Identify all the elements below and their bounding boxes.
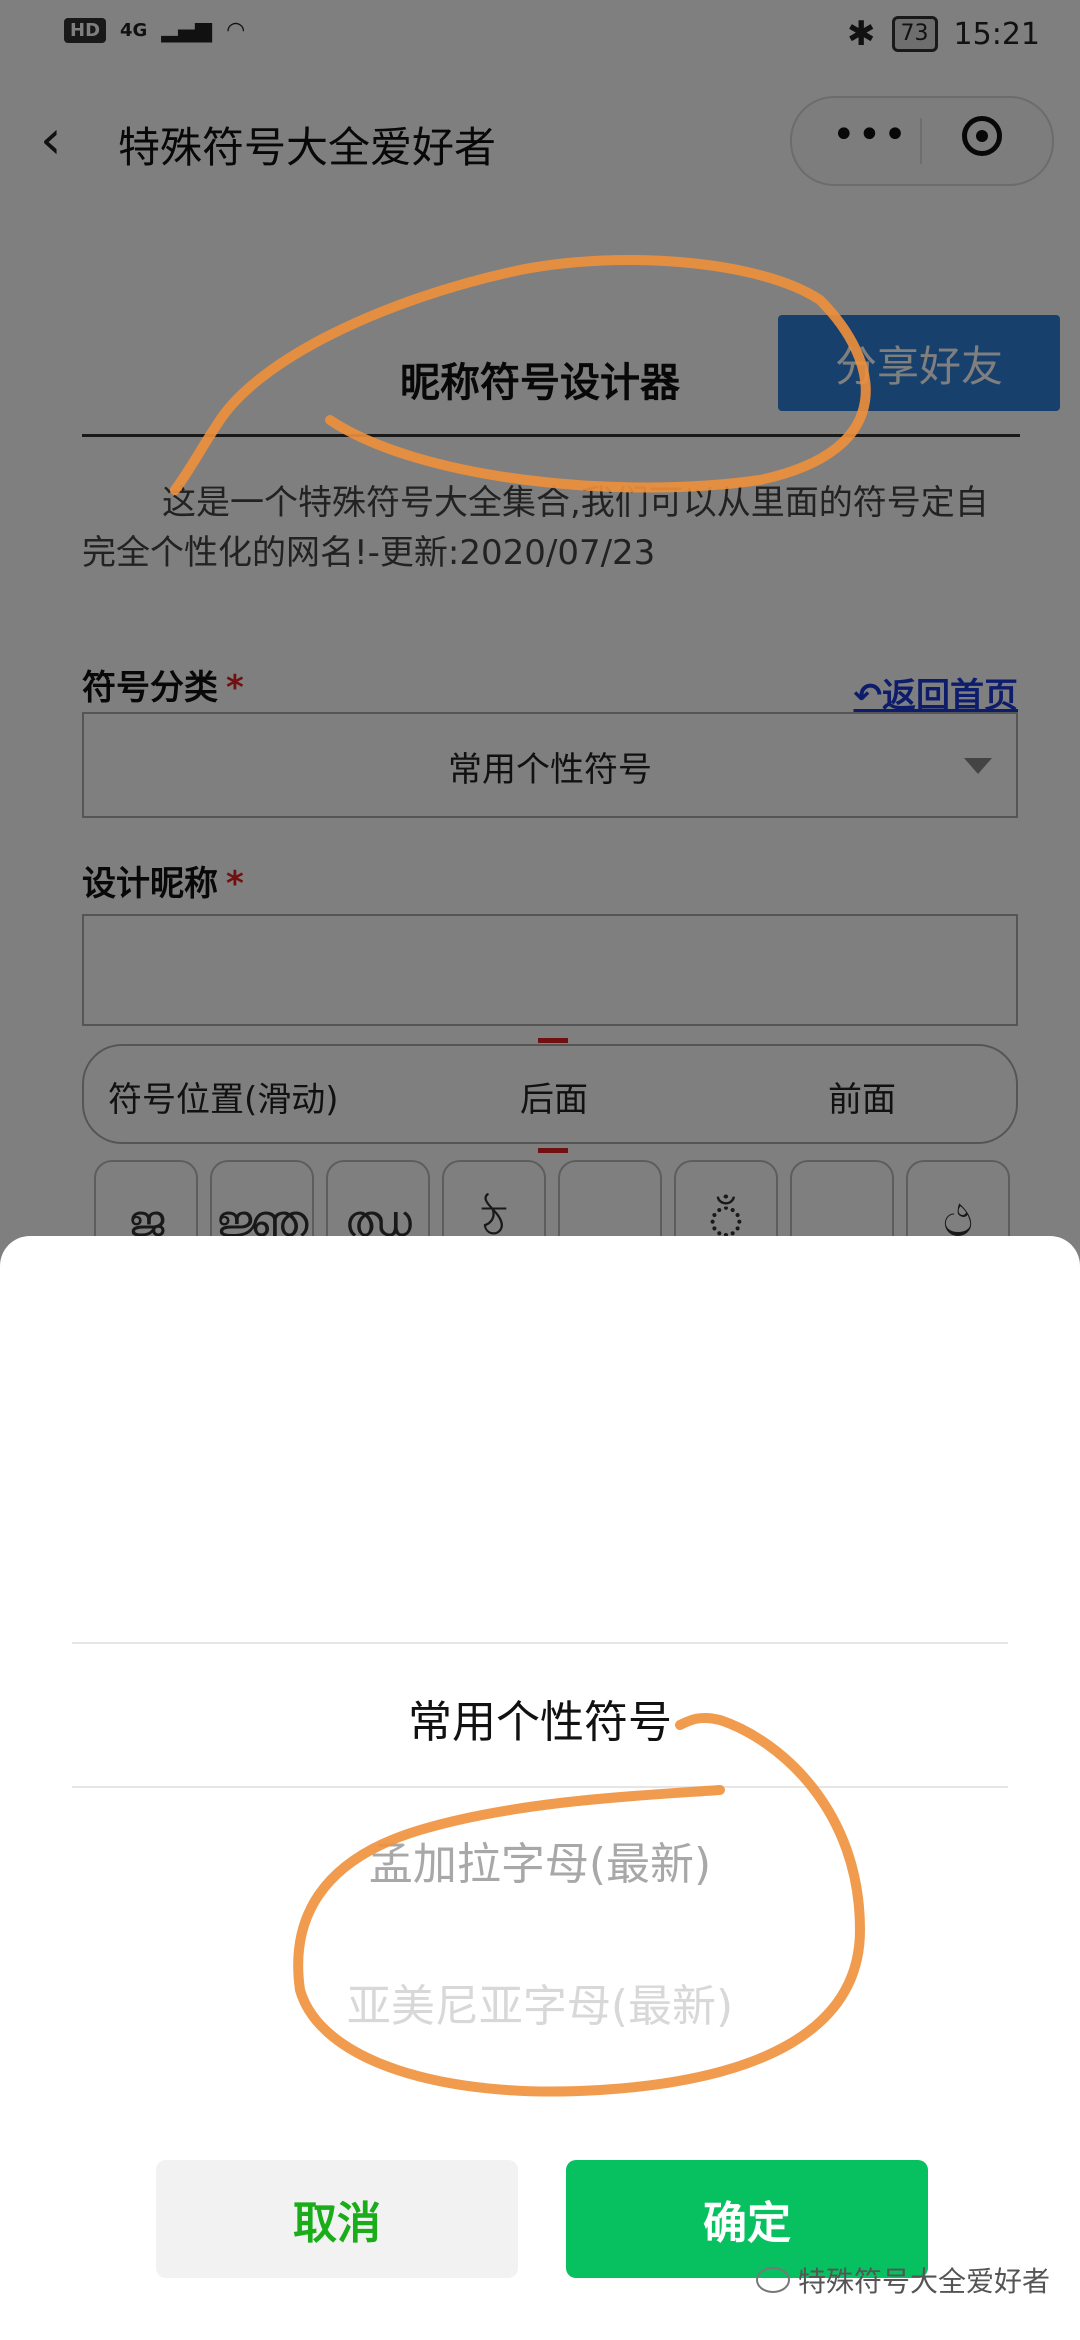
cancel-button[interactable]: 取消 <box>156 2160 518 2278</box>
picker-option[interactable]: 孟加拉字母(最新) <box>0 1828 1080 1892</box>
picker-option[interactable]: 亚美尼亚字母(最新) <box>0 1970 1080 2034</box>
watermark: 特殊符号大全爱好者 <box>755 2260 1050 2300</box>
picker-sheet: 常用个性符号 孟加拉字母(最新) 亚美尼亚字母(最新) 取消 确定 <box>0 1236 1080 2340</box>
picker-top-line <box>72 1642 1008 1644</box>
picker-option-selected[interactable]: 常用个性符号 <box>0 1686 1080 1750</box>
watermark-text: 特殊符号大全爱好者 <box>797 2265 1050 2298</box>
wechat-icon <box>755 2267 790 2293</box>
picker-bottom-line <box>72 1786 1008 1788</box>
